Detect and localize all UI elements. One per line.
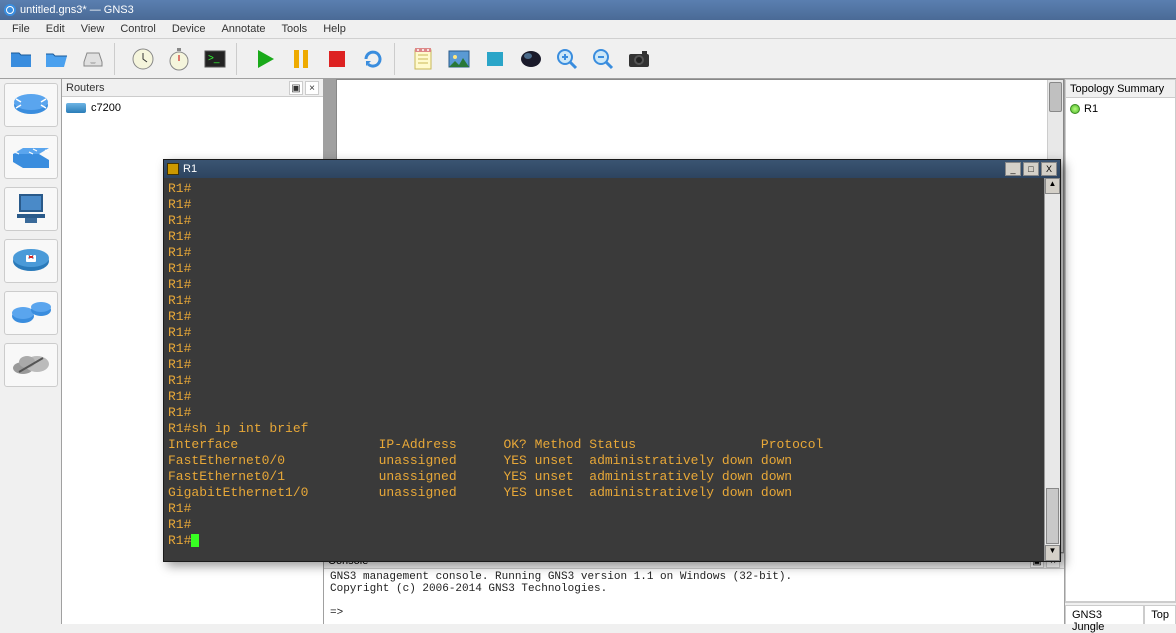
routers-panel-title: Routers <box>66 82 105 94</box>
inbox-button[interactable] <box>76 42 110 76</box>
play-button[interactable] <box>248 42 282 76</box>
device-switch[interactable] <box>4 135 58 179</box>
pause-button[interactable] <box>284 42 318 76</box>
router-list-item[interactable]: c7200 <box>66 99 319 117</box>
stopwatch-button[interactable] <box>162 42 196 76</box>
terminal-maximize-button[interactable]: □ <box>1023 162 1039 176</box>
device-pc[interactable] <box>4 187 58 231</box>
image-button[interactable] <box>442 42 476 76</box>
clock-button[interactable] <box>126 42 160 76</box>
device-router[interactable] <box>4 83 58 127</box>
router-icon <box>66 103 86 113</box>
menu-annotate[interactable]: Annotate <box>213 21 273 37</box>
terminal-close-button[interactable]: X <box>1041 162 1057 176</box>
menu-control[interactable]: Control <box>112 21 163 37</box>
device-firewall[interactable] <box>4 239 58 283</box>
camera-button[interactable] <box>622 42 656 76</box>
topology-item[interactable]: R1 <box>1070 100 1171 118</box>
menu-file[interactable]: File <box>4 21 38 37</box>
window-title: untitled.gns3* — GNS3 <box>20 4 134 16</box>
stop-button[interactable] <box>320 42 354 76</box>
console-output[interactable]: GNS3 management console. Running GNS3 ve… <box>324 569 1064 624</box>
menu-help[interactable]: Help <box>315 21 354 37</box>
menubar: File Edit View Control Device Annotate T… <box>0 20 1176 39</box>
reload-button[interactable] <box>356 42 390 76</box>
toolbar: >_ <box>0 39 1176 79</box>
terminal-icon <box>167 163 179 175</box>
scroll-down-button[interactable]: ▼ <box>1045 545 1060 561</box>
scroll-up-button[interactable]: ▲ <box>1045 178 1060 194</box>
menu-edit[interactable]: Edit <box>38 21 73 37</box>
device-atm-switch[interactable] <box>4 291 58 335</box>
panel-undock-button[interactable]: ▣ <box>289 81 303 95</box>
topology-item-label: R1 <box>1084 103 1098 115</box>
toolbar-separator <box>236 43 244 75</box>
terminal-output[interactable]: R1# R1# R1# R1# R1# R1# R1# R1# R1# R1# … <box>164 178 1044 561</box>
zoom-out-button[interactable] <box>586 42 620 76</box>
device-bar <box>0 79 62 624</box>
menu-device[interactable]: Device <box>164 21 214 37</box>
terminal-scrollbar[interactable]: ▲ ▼ <box>1044 178 1060 561</box>
terminal-minimize-button[interactable]: _ <box>1005 162 1021 176</box>
svg-text:>_: >_ <box>208 53 220 64</box>
open-button[interactable] <box>4 42 38 76</box>
menu-tools[interactable]: Tools <box>274 21 316 37</box>
folder-button[interactable] <box>40 42 74 76</box>
panel-close-button[interactable]: × <box>305 81 319 95</box>
zoom-in-button[interactable] <box>550 42 584 76</box>
titlebar: untitled.gns3* — GNS3 <box>0 0 1176 20</box>
tab-gns3-jungle[interactable]: GNS3 Jungle <box>1065 605 1144 624</box>
topology-summary-panel: Topology Summary R1 <box>1065 79 1176 602</box>
topology-title: Topology Summary <box>1070 83 1164 95</box>
bottom-tabs: GNS3 Jungle Top <box>1065 602 1176 624</box>
terminal-window[interactable]: R1 _ □ X R1# R1# R1# R1# R1# R1# R1# R1#… <box>163 159 1061 562</box>
terminal-title: R1 <box>183 163 197 175</box>
tab-top[interactable]: Top <box>1144 605 1176 624</box>
toolbar-separator <box>394 43 402 75</box>
app-icon <box>4 4 16 16</box>
notepad-button[interactable] <box>406 42 440 76</box>
terminal-button[interactable]: >_ <box>198 42 232 76</box>
right-side-panel: Topology Summary R1 GNS3 Jungle Top <box>1064 79 1176 624</box>
router-item-label: c7200 <box>91 102 121 114</box>
device-cloud[interactable] <box>4 343 58 387</box>
toolbar-separator <box>114 43 122 75</box>
square-button[interactable] <box>478 42 512 76</box>
ellipse-button[interactable] <box>514 42 548 76</box>
status-led-icon <box>1070 104 1080 114</box>
terminal-titlebar[interactable]: R1 _ □ X <box>164 160 1060 178</box>
routers-panel-header: Routers ▣ × <box>62 79 323 97</box>
menu-view[interactable]: View <box>73 21 113 37</box>
scroll-thumb[interactable] <box>1046 488 1059 544</box>
